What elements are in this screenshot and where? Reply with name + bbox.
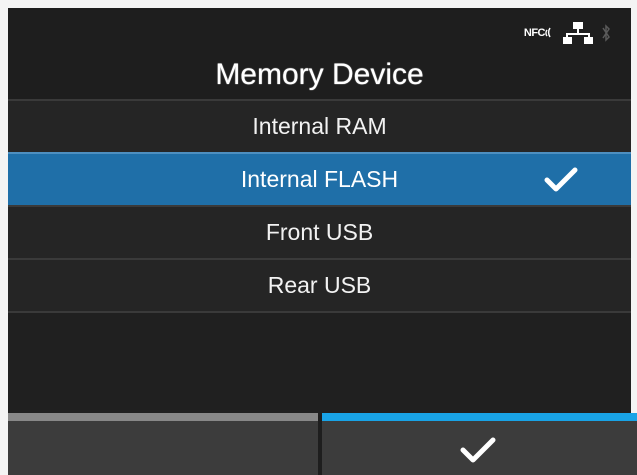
printer-screen: NFC Memory Device Internal RAM Internal … [0, 0, 637, 475]
network-icon [563, 22, 593, 44]
page-title: Memory Device [215, 58, 424, 91]
bezel-top [0, 0, 637, 8]
list-item-label: Front USB [265, 219, 374, 245]
ok-button[interactable] [322, 413, 637, 475]
list-item-label: Internal FLASH [240, 166, 399, 192]
bezel-right [631, 0, 637, 475]
list-item-front-usb[interactable]: Front USB [8, 205, 631, 258]
checkmark-icon [544, 167, 578, 192]
list-item-internal-ram[interactable]: Internal RAM [8, 99, 631, 152]
list-item-label: Internal RAM [252, 113, 387, 139]
checkmark-icon [460, 437, 496, 463]
list-item-rear-usb[interactable]: Rear USB [8, 258, 631, 311]
nfc-label: NFC [523, 27, 546, 39]
bluetooth-icon [602, 24, 610, 42]
status-bar: NFC [524, 20, 611, 46]
memory-device-list: Internal RAM Internal FLASH Front USB Re… [8, 99, 631, 415]
list-empty-area [8, 311, 631, 415]
bezel-left [0, 0, 8, 475]
nfc-icon: NFC [524, 27, 555, 39]
back-button[interactable] [8, 413, 318, 475]
nfc-waves-icon [545, 27, 551, 38]
list-item-label: Rear USB [267, 272, 372, 298]
list-item-internal-flash[interactable]: Internal FLASH [8, 152, 631, 205]
